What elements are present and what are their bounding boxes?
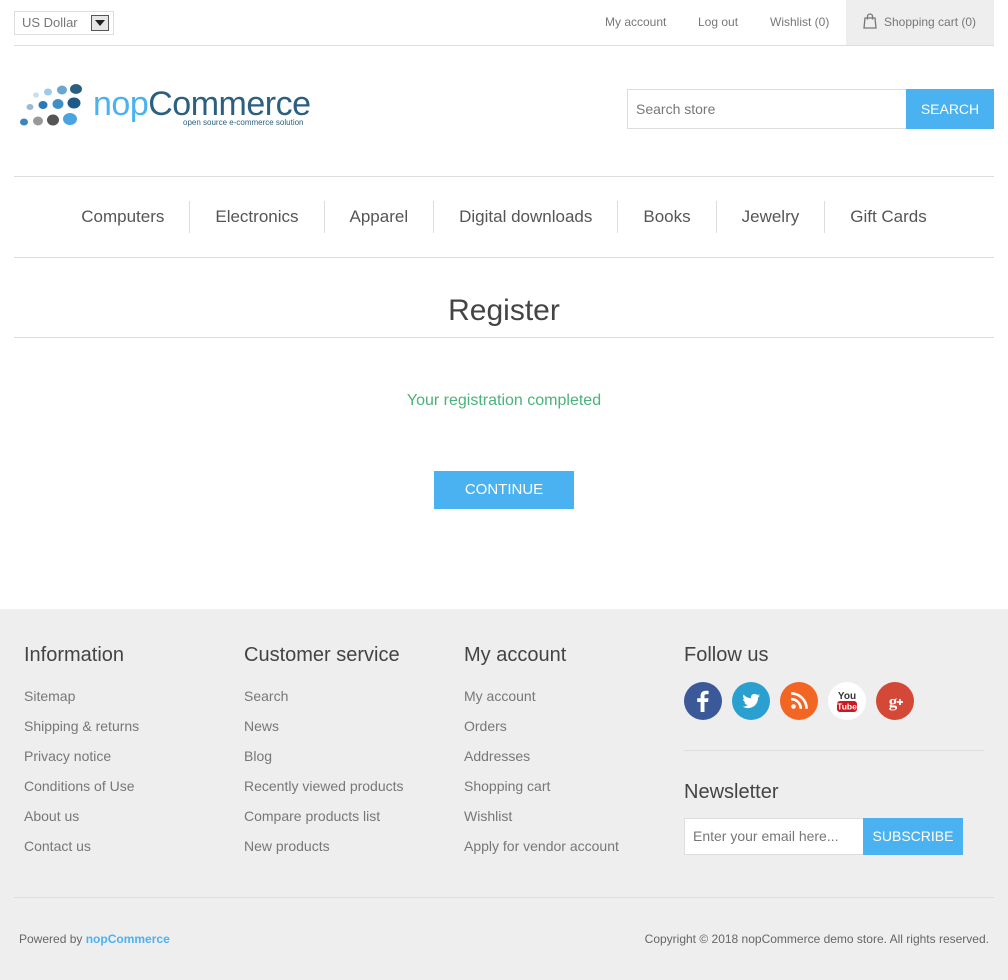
google-plus-icon[interactable]: g [876, 682, 914, 720]
logo-dots-icon [20, 84, 82, 126]
footer-link-compare-products[interactable]: Compare products list [244, 807, 380, 825]
newsletter-email-input[interactable]: Enter your email here... [684, 818, 864, 855]
powered-by: Powered by nopCommerce [19, 931, 170, 947]
footer-copyright: Copyright © 2018 nopCommerce demo store.… [644, 932, 989, 946]
currency-selected-value: US Dollar [22, 15, 78, 30]
header-logout-link[interactable]: Log out [698, 14, 738, 30]
store-logo[interactable]: nopCommerce open source e-commerce solut… [18, 80, 318, 134]
currency-selector[interactable]: US Dollar [14, 11, 114, 35]
footer-link-new-products[interactable]: New products [244, 837, 330, 855]
top-menu: Computers Electronics Apparel Digital do… [14, 176, 994, 258]
footer-my-account-title: My account [464, 644, 567, 666]
menu-item-jewelry[interactable]: Jewelry [715, 201, 825, 233]
newsletter-subscribe-button[interactable]: Subscribe [863, 818, 963, 855]
registration-result-message: Your registration completed [406, 392, 602, 409]
footer-follow-us-title: Follow us [684, 644, 769, 666]
header-my-account-link[interactable]: My account [605, 14, 666, 30]
rss-icon[interactable] [780, 682, 818, 720]
footer-bottom-divider [14, 897, 994, 898]
svg-text:g: g [889, 692, 898, 711]
footer-follow-divider [684, 750, 984, 751]
footer-link-sitemap[interactable]: Sitemap [24, 687, 75, 705]
footer-information-title: Information [24, 644, 125, 666]
footer-link-privacy-notice[interactable]: Privacy notice [24, 747, 111, 765]
footer-link-contact-us[interactable]: Contact us [24, 837, 91, 855]
youtube-icon[interactable]: You Tube [828, 682, 866, 720]
footer-link-shopping-cart[interactable]: Shopping cart [464, 777, 550, 795]
footer-link-search[interactable]: Search [244, 687, 288, 705]
menu-item-books[interactable]: Books [617, 201, 715, 233]
menu-item-gift-cards[interactable]: Gift Cards [824, 201, 952, 233]
footer-link-conditions-of-use[interactable]: Conditions of Use [24, 777, 135, 795]
svg-text:You: You [838, 691, 856, 702]
footer-link-addresses[interactable]: Addresses [464, 747, 530, 765]
header-wishlist-link[interactable]: Wishlist (0) [770, 14, 829, 30]
search-input[interactable]: Search store [627, 89, 907, 129]
footer-link-blog[interactable]: Blog [244, 747, 272, 765]
powered-by-link[interactable]: nopCommerce [86, 932, 170, 946]
powered-by-prefix: Powered by [19, 932, 83, 946]
footer-newsletter-title: Newsletter [684, 781, 779, 803]
logo-wordmark-part1: nop [93, 85, 149, 123]
continue-button[interactable]: Continue [434, 471, 574, 509]
footer-link-shipping-returns[interactable]: Shipping & returns [24, 717, 139, 735]
footer-link-vendor-account[interactable]: Apply for vendor account [464, 837, 619, 855]
footer-link-orders[interactable]: Orders [464, 717, 507, 735]
menu-item-electronics[interactable]: Electronics [189, 201, 323, 233]
shopping-cart-link[interactable]: Shopping cart (0) [846, 0, 994, 45]
svg-text:Tube: Tube [837, 702, 857, 712]
title-divider [14, 337, 994, 338]
twitter-icon[interactable] [732, 682, 770, 720]
footer-link-wishlist[interactable]: Wishlist [464, 807, 512, 825]
footer-link-about-us[interactable]: About us [24, 807, 79, 825]
shopping-bag-icon [863, 13, 877, 34]
footer-link-news[interactable]: News [244, 717, 279, 735]
footer-link-my-account[interactable]: My account [464, 687, 536, 705]
menu-item-computers[interactable]: Computers [56, 201, 189, 233]
menu-item-digital-downloads[interactable]: Digital downloads [433, 201, 617, 233]
footer-customer-service-title: Customer service [244, 644, 400, 666]
menu-item-apparel[interactable]: Apparel [323, 201, 434, 233]
chevron-down-icon[interactable] [91, 15, 109, 31]
logo-tagline: open source e-commerce solution [183, 118, 304, 127]
footer-link-recently-viewed[interactable]: Recently viewed products [244, 777, 404, 795]
page-title: Register [448, 294, 560, 327]
shopping-cart-label: Shopping cart (0) [884, 15, 977, 29]
search-button[interactable]: Search [906, 89, 994, 129]
facebook-icon[interactable] [684, 682, 722, 720]
